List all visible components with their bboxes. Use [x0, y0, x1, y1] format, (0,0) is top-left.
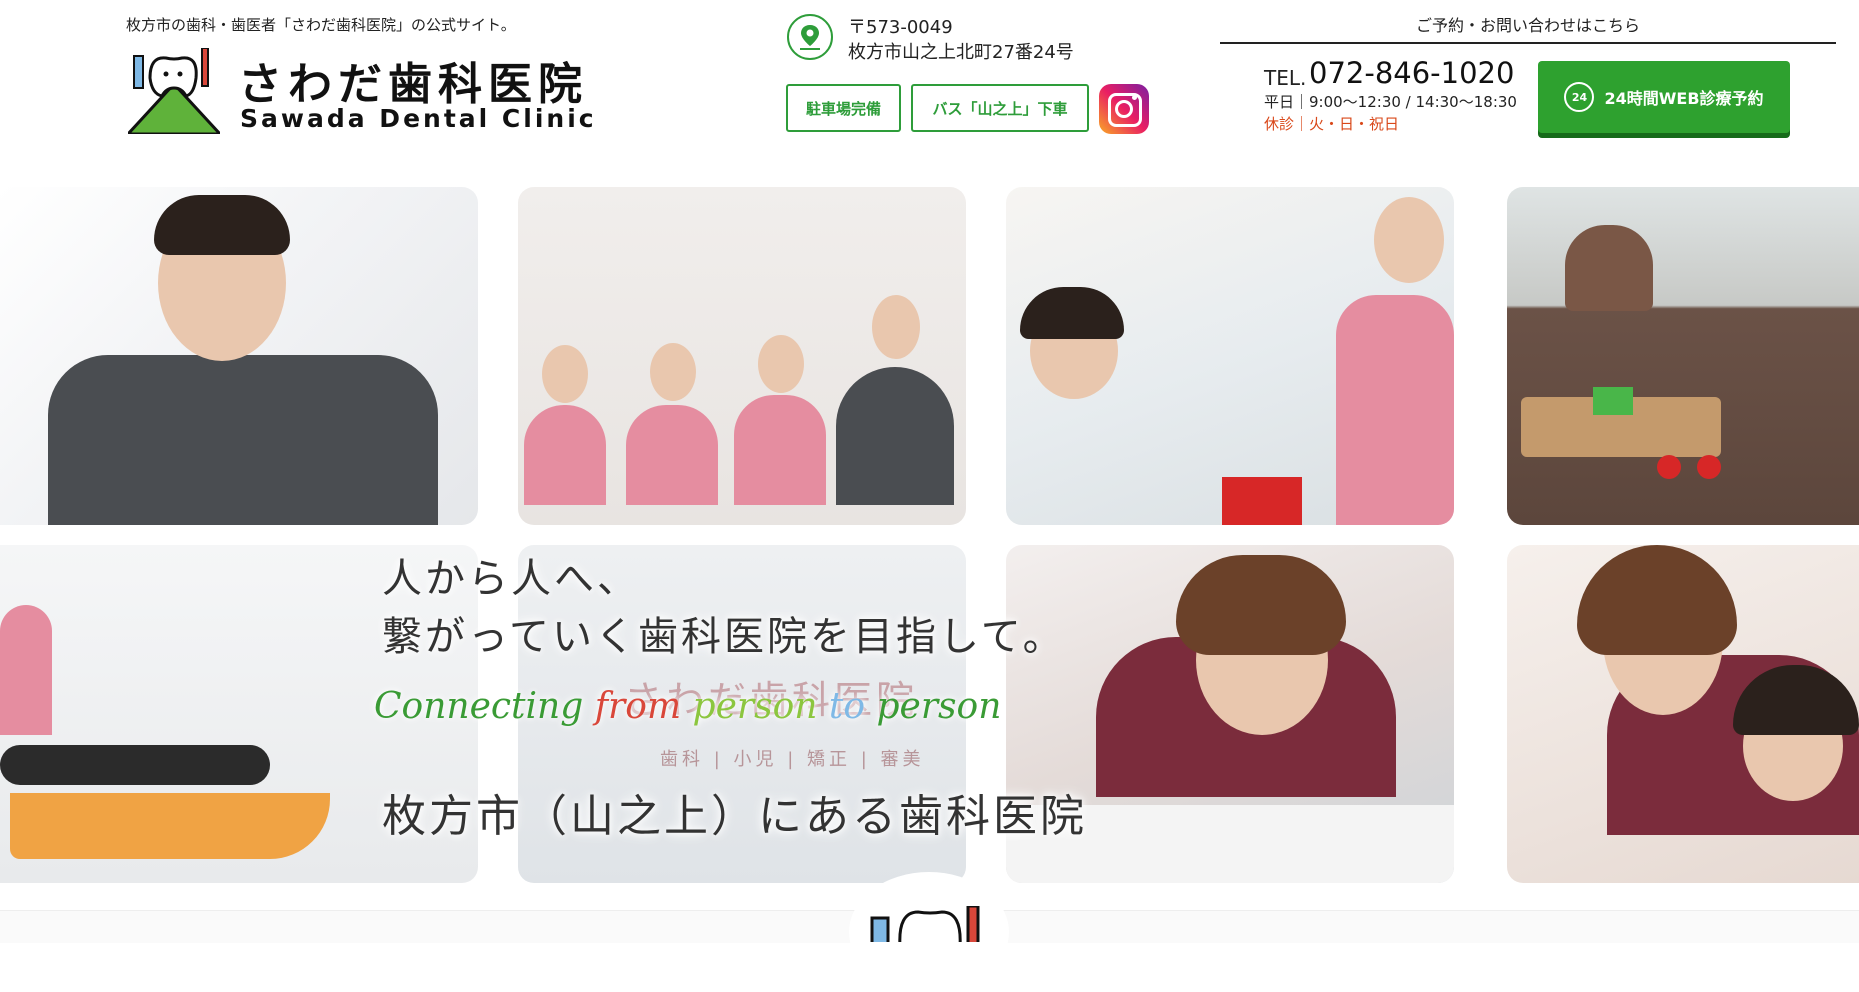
tel-label: TEL. [1264, 66, 1307, 90]
bus-button[interactable]: バス「山之上」下車 [911, 84, 1089, 132]
hero-heading-line1: 人から人へ、 [382, 556, 640, 602]
hero-heading-line2: 繋がっていく歯科医院を目指して。 [382, 614, 1066, 660]
parking-button[interactable]: 駐車場完備 [786, 84, 901, 132]
web-booking-label: 24時間WEB診療予約 [1604, 89, 1764, 108]
site-tagline: 枚方市の歯科・歯医者「さわだ歯科医院」の公式サイト。 [126, 16, 516, 34]
instagram-icon[interactable] [1099, 84, 1149, 134]
hero-photo-staff [518, 187, 966, 525]
postal-code: 〒573-0049 [848, 17, 953, 38]
slogan-word: person [876, 686, 1002, 727]
clinic-name-ja[interactable]: さわだ歯科医院 [238, 48, 588, 112]
slogan-word: Connecting [374, 686, 584, 727]
web-booking-button[interactable]: 24 24時間WEB診療予約 [1538, 61, 1790, 133]
map-pin-icon[interactable] [787, 14, 833, 60]
hours-closed: 休診｜火・日・祝日 [1264, 115, 1400, 133]
hero-english-slogan: Connecting from person to person [374, 686, 1001, 727]
clinic-sign-sub: 歯科 | 小児 | 矯正 | 審美 [660, 749, 925, 770]
contact-divider [1220, 42, 1836, 44]
tel-number[interactable]: 072-846-1020 [1309, 56, 1514, 90]
contact-title: ご予約・お問い合わせはこちら [1415, 16, 1640, 35]
slogan-word: to [828, 686, 866, 727]
hours-weekday: 平日｜9:00〜12:30 / 14:30〜18:30 [1264, 93, 1517, 111]
slogan-word: from [594, 686, 682, 727]
tooth-logo-icon[interactable] [128, 48, 220, 134]
hero-location-heading: 枚方市（山之上）にある歯科医院 [382, 791, 1087, 842]
slogan-word: person [692, 686, 818, 727]
hero-photo-toys [1507, 187, 1859, 525]
hero-photo-child-play [1006, 187, 1454, 525]
clock-24-icon: 24 [1564, 82, 1595, 112]
hero-photo-dentist [0, 187, 478, 525]
tooth-logo-icon [870, 906, 980, 942]
clinic-name-en[interactable]: Sawada Dental Clinic [240, 104, 597, 133]
address: 枚方市山之上北町27番24号 [848, 42, 1074, 63]
hero-photo-mother-child [1507, 545, 1859, 883]
